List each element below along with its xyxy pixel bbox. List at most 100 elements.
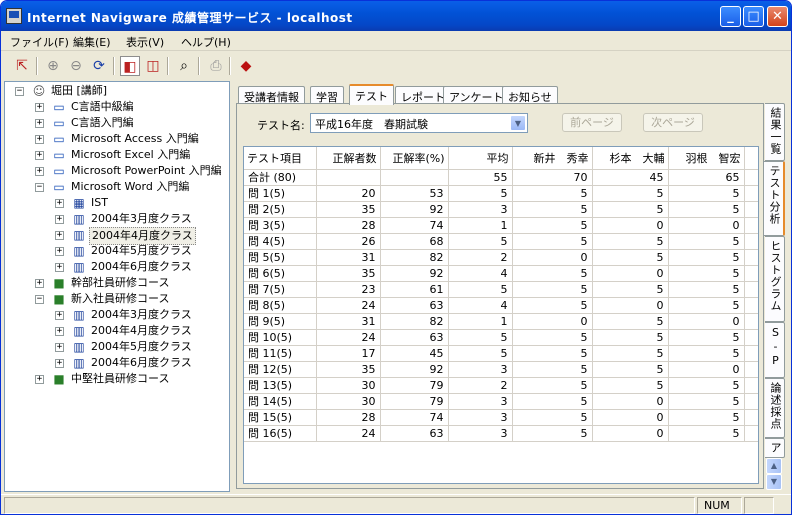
expand-icon[interactable]: +	[55, 215, 64, 224]
col-header-item[interactable]: テスト項目	[244, 147, 317, 170]
vtab-test-analysis[interactable]: テスト分析	[764, 161, 785, 236]
table-row[interactable]: 問 10(5) 24 63 5 5 5 5	[244, 329, 758, 346]
user-search-icon[interactable]: ⌕	[174, 56, 194, 76]
expand-icon[interactable]: +	[35, 375, 44, 384]
tab-test[interactable]: テスト	[349, 84, 394, 105]
tree-item[interactable]: + ▥ 2004年5月度クラス	[9, 243, 219, 259]
table-row[interactable]: 問 1(5) 20 53 5 5 5 5	[244, 185, 758, 202]
scroll-up-icon[interactable]: ▲	[766, 458, 782, 474]
title-bar[interactable]: Internet Navigware 成績管理サービス - localhost …	[1, 1, 791, 31]
expand-icon[interactable]: +	[35, 151, 44, 160]
expand-icon[interactable]: +	[55, 327, 64, 336]
col-header-student[interactable]: 杉本 大輔	[592, 147, 669, 170]
col-header-student[interactable]: 新井 秀幸	[512, 147, 593, 170]
table-row[interactable]: 問 2(5) 35 92 3 5 5 5	[244, 201, 758, 218]
expand-icon[interactable]: +	[55, 343, 64, 352]
table-row[interactable]: 問 9(5) 31 82 1 0 5 0	[244, 313, 758, 330]
grid-filler-cell	[744, 361, 758, 378]
expand-icon[interactable]: +	[55, 311, 64, 320]
expand-icon[interactable]: +	[35, 103, 44, 112]
table-row[interactable]: 問 7(5) 23 61 5 5 5 5	[244, 281, 758, 298]
vtab-survey[interactable]: アン	[765, 438, 785, 458]
view-compare-icon[interactable]: ◫	[143, 56, 163, 76]
zoom-out-icon[interactable]: ⊖	[66, 56, 86, 76]
tree-item[interactable]: + ▥ 2004年4月度クラス	[9, 323, 219, 339]
vtab-results[interactable]: 結果一覧	[765, 103, 785, 161]
table-row[interactable]: 問 16(5) 24 63 3 5 0 5	[244, 425, 758, 442]
col-header-correct-rate[interactable]: 正解率(%)	[380, 147, 449, 170]
table-row[interactable]: 問 11(5) 17 45 5 5 5 5	[244, 345, 758, 362]
table-row[interactable]: 問 12(5) 35 92 3 5 5 0	[244, 361, 758, 378]
col-header-correct-count[interactable]: 正解者数	[316, 147, 381, 170]
next-page-button[interactable]: 次ページ	[643, 113, 703, 132]
menu-edit[interactable]: 編集(E)	[73, 34, 111, 50]
prev-page-button[interactable]: 前ページ	[562, 113, 622, 132]
table-row[interactable]: 問 8(5) 24 63 4 5 0 5	[244, 297, 758, 314]
vtab-histogram[interactable]: ヒストグラム	[765, 236, 785, 322]
tree-item[interactable]: + ▭ Microsoft Access 入門編	[9, 131, 219, 147]
view-split-icon[interactable]: ◧	[120, 56, 140, 76]
test-analysis-grid[interactable]: テスト項目 正解者数 正解率(%) 平均 新井 秀幸 杉本 大輔 羽根 智宏 合…	[243, 146, 759, 484]
table-row[interactable]: 問 14(5) 30 79 3 5 0 5	[244, 393, 758, 410]
print-icon[interactable]: ⎙	[206, 56, 226, 76]
tree-item[interactable]: + ▥ 2004年3月度クラス	[9, 211, 219, 227]
grid-cell: 5	[512, 361, 593, 378]
menu-view[interactable]: 表示(V)	[126, 34, 164, 50]
tree-item[interactable]: + ■ 中堅社員研修コース	[9, 371, 219, 387]
menu-file[interactable]: ファイル(F)	[10, 34, 69, 50]
expand-icon[interactable]: +	[35, 279, 44, 288]
table-row[interactable]: 問 5(5) 31 82 2 0 5 5	[244, 249, 758, 266]
maximize-button[interactable]: □	[743, 6, 764, 27]
tree-item[interactable]: + ▭ C言語入門編	[9, 115, 219, 131]
table-row[interactable]: 問 4(5) 26 68 5 5 5 5	[244, 233, 758, 250]
zoom-in-icon[interactable]: ⊕	[43, 56, 63, 76]
tree-item[interactable]: − ▭ Microsoft Word 入門編	[9, 179, 219, 195]
collapse-icon[interactable]: −	[15, 87, 24, 96]
scroll-down-icon[interactable]: ▼	[766, 474, 782, 490]
tree-item[interactable]: + ▥ 2004年6月度クラス	[9, 355, 219, 371]
refresh-icon[interactable]: ⟳	[89, 56, 109, 76]
tree-item[interactable]: + ▦ IST	[9, 195, 219, 211]
tree-item[interactable]: + ▥ 2004年5月度クラス	[9, 339, 219, 355]
exit-icon[interactable]: ⇱	[12, 56, 32, 76]
col-header-average[interactable]: 平均	[448, 147, 513, 170]
chevron-down-icon[interactable]: ▼	[510, 115, 526, 131]
tree-root[interactable]: − ☺ 堀田 [講師]	[9, 83, 219, 99]
test-name-select[interactable]: 平成16年度 春期試験 ▼	[310, 113, 528, 133]
tree-item[interactable]: + ■ 幹部社員研修コース	[9, 275, 219, 291]
book-icon[interactable]: ◆	[236, 56, 256, 76]
menu-help[interactable]: ヘルプ(H)	[181, 34, 231, 50]
tree-item[interactable]: + ▥ 2004年3月度クラス	[9, 307, 219, 323]
tree-item[interactable]: + ▥ 2004年6月度クラス	[9, 259, 219, 275]
expand-icon[interactable]: +	[55, 263, 64, 272]
expand-icon[interactable]: +	[35, 119, 44, 128]
vtab-sp-table[interactable]: S-P表	[765, 322, 785, 378]
expand-icon[interactable]: +	[35, 135, 44, 144]
table-row[interactable]: 問 15(5) 28 74 3 5 0 5	[244, 409, 758, 426]
table-row[interactable]: 問 13(5) 30 79 2 5 5 5	[244, 377, 758, 394]
collapse-icon[interactable]: −	[35, 183, 44, 192]
collapse-icon[interactable]: −	[35, 295, 44, 304]
minimize-button[interactable]: _	[720, 6, 741, 27]
tree-item[interactable]: + ▭ Microsoft Excel 入門編	[9, 147, 219, 163]
table-row[interactable]: 問 3(5) 28 74 1 5 0 0	[244, 217, 758, 234]
grid-cell: 5	[592, 361, 669, 378]
expand-icon[interactable]: +	[55, 199, 64, 208]
table-row[interactable]: 問 6(5) 35 92 4 5 0 5	[244, 265, 758, 282]
grid-cell: 74	[380, 409, 449, 426]
tree-item[interactable]: + ▭ Microsoft PowerPoint 入門編	[9, 163, 225, 179]
col-header-student[interactable]: 羽根 智宏	[668, 147, 745, 170]
tree-item-selected[interactable]: + ▥ 2004年4月度クラス	[9, 227, 219, 245]
tree-item[interactable]: − ■ 新入社員研修コース	[9, 291, 219, 307]
expand-icon[interactable]: +	[55, 359, 64, 368]
grid-cell: 5	[592, 377, 669, 394]
expand-icon[interactable]: +	[55, 247, 64, 256]
expand-icon[interactable]: +	[55, 231, 64, 240]
tree-item[interactable]: + ▭ C言語中級編	[9, 99, 219, 115]
vtab-essay-grading[interactable]: 論述採点	[765, 378, 785, 438]
app-icon[interactable]	[6, 8, 22, 24]
course-tree[interactable]: − ☺ 堀田 [講師] + ▭ C言語中級編 + ▭ C言語入門編 + ▭ Mi…	[4, 81, 230, 492]
total-row[interactable]: 合計 (80) 55 70 45 65	[244, 169, 758, 186]
close-button[interactable]: ✕	[767, 6, 788, 27]
expand-icon[interactable]: +	[35, 167, 44, 176]
